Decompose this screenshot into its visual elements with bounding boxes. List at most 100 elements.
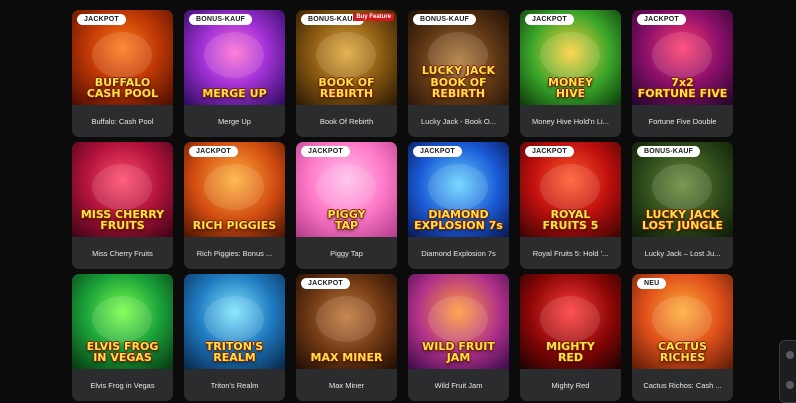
artwork-glow	[92, 32, 152, 78]
game-thumbnail[interactable]: BONUS-KAUF Buy Feature BOOK OF REBIRTH	[296, 10, 397, 105]
game-badge: BONUS-KAUF	[189, 14, 253, 25]
game-title-bar[interactable]: Cactus Richos: Cash ...	[632, 369, 733, 401]
game-card[interactable]: TRITON'S REALM Triton's Realm	[184, 274, 285, 401]
game-title-bar[interactable]: Buffalo: Cash Pool	[72, 105, 173, 137]
game-card[interactable]: BONUS-KAUF LUCKY JACK BOOK OF REBIRTH Luck…	[408, 10, 509, 137]
game-title-bar[interactable]: Fortune Five Double	[632, 105, 733, 137]
game-badge: JACKPOT	[189, 146, 238, 157]
game-thumbnail[interactable]: WILD FRUIT JAM	[408, 274, 509, 369]
buy-feature-tag: Buy Feature	[353, 13, 394, 21]
artwork-glow	[428, 296, 488, 342]
artwork-glow	[316, 296, 376, 342]
game-card[interactable]: JACKPOT MONEY HIVE Money Hive Hold'n Li...	[520, 10, 621, 137]
game-logo-text: MIGHTY RED	[546, 339, 595, 365]
game-title-bar[interactable]: Piggy Tap	[296, 237, 397, 269]
game-card[interactable]: MIGHTY RED Mighty Red	[520, 274, 621, 401]
artwork-glow	[204, 164, 264, 210]
game-thumbnail[interactable]: JACKPOT MAX MINER	[296, 274, 397, 369]
artwork-glow	[652, 164, 712, 210]
game-thumbnail[interactable]: BONUS-KAUF MERGE UP	[184, 10, 285, 105]
game-badge: JACKPOT	[301, 146, 350, 157]
game-badge: JACKPOT	[413, 146, 462, 157]
game-title: Miss Cherry Fruits	[92, 248, 153, 258]
game-card[interactable]: NEU CACTUS RICHES Cactus Richos: Cash ...	[632, 274, 733, 401]
game-card[interactable]: JACKPOT BUFFALO CASH POOL Buffalo: Cash Po…	[72, 10, 173, 137]
game-card[interactable]: ELVIS FROG IN VEGAS Elvis Frog in Vegas	[72, 274, 173, 401]
game-badge: JACKPOT	[637, 14, 686, 25]
game-title-bar[interactable]: Triton's Realm	[184, 369, 285, 401]
game-title-bar[interactable]: Elvis Frog in Vegas	[72, 369, 173, 401]
game-logo-text: MISS CHERRY FRUITS	[80, 207, 165, 233]
game-title-bar[interactable]: Money Hive Hold'n Li...	[520, 105, 621, 137]
game-card[interactable]: WILD FRUIT JAM Wild Fruit Jam	[408, 274, 509, 401]
game-card[interactable]: BONUS-KAUF LUCKY JACK LOST JUNGLE Lucky Ja…	[632, 142, 733, 269]
game-logo-text: BUFFALO CASH POOL	[86, 75, 159, 101]
game-thumbnail[interactable]: JACKPOT 7x2 FORTUNE FIVE	[632, 10, 733, 105]
game-title-bar[interactable]: Lucky Jack - Book O...	[408, 105, 509, 137]
game-thumbnail[interactable]: JACKPOT DIAMOND EXPLOSION 7s	[408, 142, 509, 237]
game-title: Cactus Richos: Cash ...	[643, 380, 722, 390]
game-thumbnail[interactable]: MIGHTY RED	[520, 274, 621, 369]
game-card[interactable]: JACKPOT MAX MINER Max Miner	[296, 274, 397, 401]
side-chat-widget[interactable]	[779, 340, 796, 403]
game-card[interactable]: JACKPOT RICH PIGGIES Rich Piggies: Bonus .…	[184, 142, 285, 269]
game-title-bar[interactable]: Diamond Explosion 7s	[408, 237, 509, 269]
game-title-bar[interactable]: Rich Piggies: Bonus ...	[184, 237, 285, 269]
game-title-bar[interactable]: Book Of Rebirth	[296, 105, 397, 137]
game-title: Buffalo: Cash Pool	[91, 116, 154, 126]
game-badge: BONUS-KAUF	[637, 146, 701, 157]
game-card[interactable]: MISS CHERRY FRUITS Miss Cherry Fruits	[72, 142, 173, 269]
game-logo-text: LUCKY JACK BOOK OF REBIRTH	[421, 64, 496, 101]
game-thumbnail[interactable]: JACKPOT MONEY HIVE	[520, 10, 621, 105]
chat-bubble-icon	[786, 351, 794, 359]
game-logo-text: DIAMOND EXPLOSION 7s	[414, 207, 503, 233]
game-title: Diamond Explosion 7s	[421, 248, 496, 258]
game-thumbnail[interactable]: MISS CHERRY FRUITS	[72, 142, 173, 237]
game-title-bar[interactable]: Mighty Red	[520, 369, 621, 401]
game-title-bar[interactable]: Miss Cherry Fruits	[72, 237, 173, 269]
artwork-glow	[92, 164, 152, 210]
game-title-bar[interactable]: Wild Fruit Jam	[408, 369, 509, 401]
game-badge: JACKPOT	[525, 146, 574, 157]
game-badge: JACKPOT	[525, 14, 574, 25]
game-title-bar[interactable]: Royal Fruits 5: Hold '...	[520, 237, 621, 269]
game-thumbnail[interactable]: JACKPOT ROYAL FRUITS 5	[520, 142, 621, 237]
game-card[interactable]: JACKPOT DIAMOND EXPLOSION 7s Diamond Explo…	[408, 142, 509, 269]
game-thumbnail[interactable]: ELVIS FROG IN VEGAS	[72, 274, 173, 369]
game-title: Triton's Realm	[210, 380, 259, 390]
game-card[interactable]: BONUS-KAUF Buy Feature BOOK OF REBIRTH Book…	[296, 10, 397, 137]
game-title-bar[interactable]: Merge Up	[184, 105, 285, 137]
artwork-glow	[652, 296, 712, 342]
game-title: Wild Fruit Jam	[434, 380, 483, 390]
game-title-bar[interactable]: Max Miner	[296, 369, 397, 401]
game-thumbnail[interactable]: BONUS-KAUF LUCKY JACK BOOK OF REBIRTH	[408, 10, 509, 105]
game-card[interactable]: JACKPOT PIGGY TAP Piggy Tap	[296, 142, 397, 269]
artwork-glow	[540, 296, 600, 342]
game-logo-text: ROYAL FRUITS 5	[542, 207, 599, 233]
chat-indicator-icon	[786, 381, 794, 389]
artwork-glow	[316, 32, 376, 78]
game-thumbnail[interactable]: JACKPOT RICH PIGGIES	[184, 142, 285, 237]
game-card[interactable]: JACKPOT ROYAL FRUITS 5 Royal Fruits 5: Hol…	[520, 142, 621, 269]
game-title: Royal Fruits 5: Hold '...	[532, 248, 609, 258]
game-card[interactable]: JACKPOT 7x2 FORTUNE FIVE Fortune Five Doub…	[632, 10, 733, 137]
artwork-glow	[540, 164, 600, 210]
game-card[interactable]: BONUS-KAUF MERGE UP Merge Up	[184, 10, 285, 137]
game-title: Rich Piggies: Bonus ...	[196, 248, 273, 258]
game-title-bar[interactable]: Lucky Jack – Lost Ju...	[632, 237, 733, 269]
game-thumbnail[interactable]: NEU CACTUS RICHES	[632, 274, 733, 369]
artwork-glow	[652, 32, 712, 78]
game-thumbnail[interactable]: BONUS-KAUF LUCKY JACK LOST JUNGLE	[632, 142, 733, 237]
game-thumbnail[interactable]: JACKPOT BUFFALO CASH POOL	[72, 10, 173, 105]
game-badge: JACKPOT	[301, 278, 350, 289]
game-thumbnail[interactable]: TRITON'S REALM	[184, 274, 285, 369]
game-logo-text: MONEY HIVE	[548, 75, 593, 101]
game-title: Money Hive Hold'n Li...	[532, 116, 609, 126]
game-logo-text: TRITON'S REALM	[205, 339, 264, 365]
artwork-glow	[428, 164, 488, 210]
game-title: Book Of Rebirth	[319, 116, 374, 126]
game-thumbnail[interactable]: JACKPOT PIGGY TAP	[296, 142, 397, 237]
game-title: Max Miner	[328, 380, 364, 390]
game-logo-text: MERGE UP	[202, 87, 267, 101]
game-lobby: JACKPOT BUFFALO CASH POOL Buffalo: Cash Po…	[0, 0, 796, 403]
